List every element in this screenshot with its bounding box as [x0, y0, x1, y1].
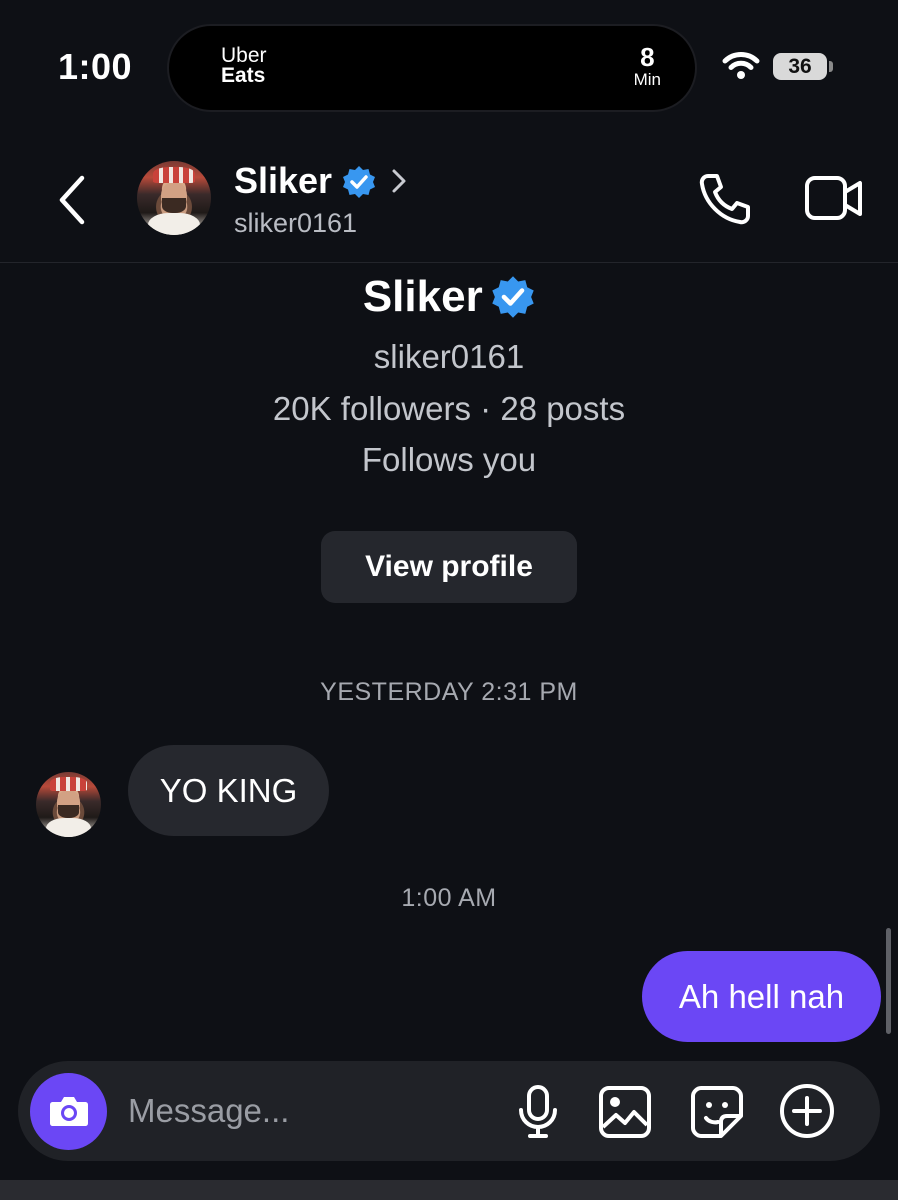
camera-icon — [50, 1097, 88, 1126]
message-input[interactable] — [128, 1087, 488, 1135]
wifi-icon — [722, 52, 760, 79]
battery-indicator: 36 — [773, 53, 827, 80]
contact-name[interactable]: Sliker — [234, 160, 332, 202]
contact-username: sliker0161 — [234, 208, 358, 238]
eta-unit: Min — [633, 70, 661, 89]
eta-value: 8 — [640, 42, 655, 72]
scrollbar[interactable] — [886, 928, 891, 1034]
message-timestamp: 1:00 AM — [401, 884, 497, 912]
delivery-eta: 8 Min — [634, 44, 661, 90]
keyboard-edge — [0, 1180, 898, 1200]
uber-eats-logo: Uber Eats — [221, 44, 267, 87]
avatar[interactable] — [137, 161, 211, 235]
header-divider — [0, 262, 898, 263]
chevron-right-icon[interactable] — [390, 168, 408, 194]
status-time: 1:00 — [58, 46, 133, 87]
uber-eats-logo-line1: Uber — [221, 44, 267, 67]
battery-nub — [829, 61, 833, 72]
live-activity-island[interactable]: Uber Eats 8 Min — [167, 24, 697, 112]
microphone-icon[interactable] — [516, 1084, 560, 1140]
video-icon[interactable] — [804, 174, 864, 224]
profile-username: sliker0161 — [373, 338, 525, 375]
uber-eats-logo-line2: Eats — [221, 64, 266, 87]
profile-name: Sliker — [362, 272, 483, 321]
sender-avatar[interactable] — [36, 772, 101, 837]
message-timestamp: YESTERDAY 2:31 PM — [320, 678, 578, 706]
back-icon[interactable] — [52, 172, 92, 228]
outgoing-message-bubble[interactable]: Ah hell nah — [642, 951, 881, 1042]
camera-button[interactable] — [30, 1073, 107, 1150]
incoming-message-bubble[interactable]: YO KING — [128, 745, 329, 836]
follows-you-label: Follows you — [361, 441, 537, 478]
profile-stats: 20K followers · 28 posts — [272, 390, 626, 427]
gallery-icon[interactable] — [598, 1085, 652, 1139]
phone-icon[interactable] — [696, 170, 754, 228]
view-profile-button[interactable]: View profile — [321, 531, 577, 603]
verified-badge-icon — [343, 166, 375, 198]
sticker-icon[interactable] — [690, 1085, 744, 1139]
verified-badge-icon — [492, 276, 534, 318]
profile-header: Sliker — [0, 272, 898, 322]
plus-icon[interactable] — [779, 1083, 835, 1139]
